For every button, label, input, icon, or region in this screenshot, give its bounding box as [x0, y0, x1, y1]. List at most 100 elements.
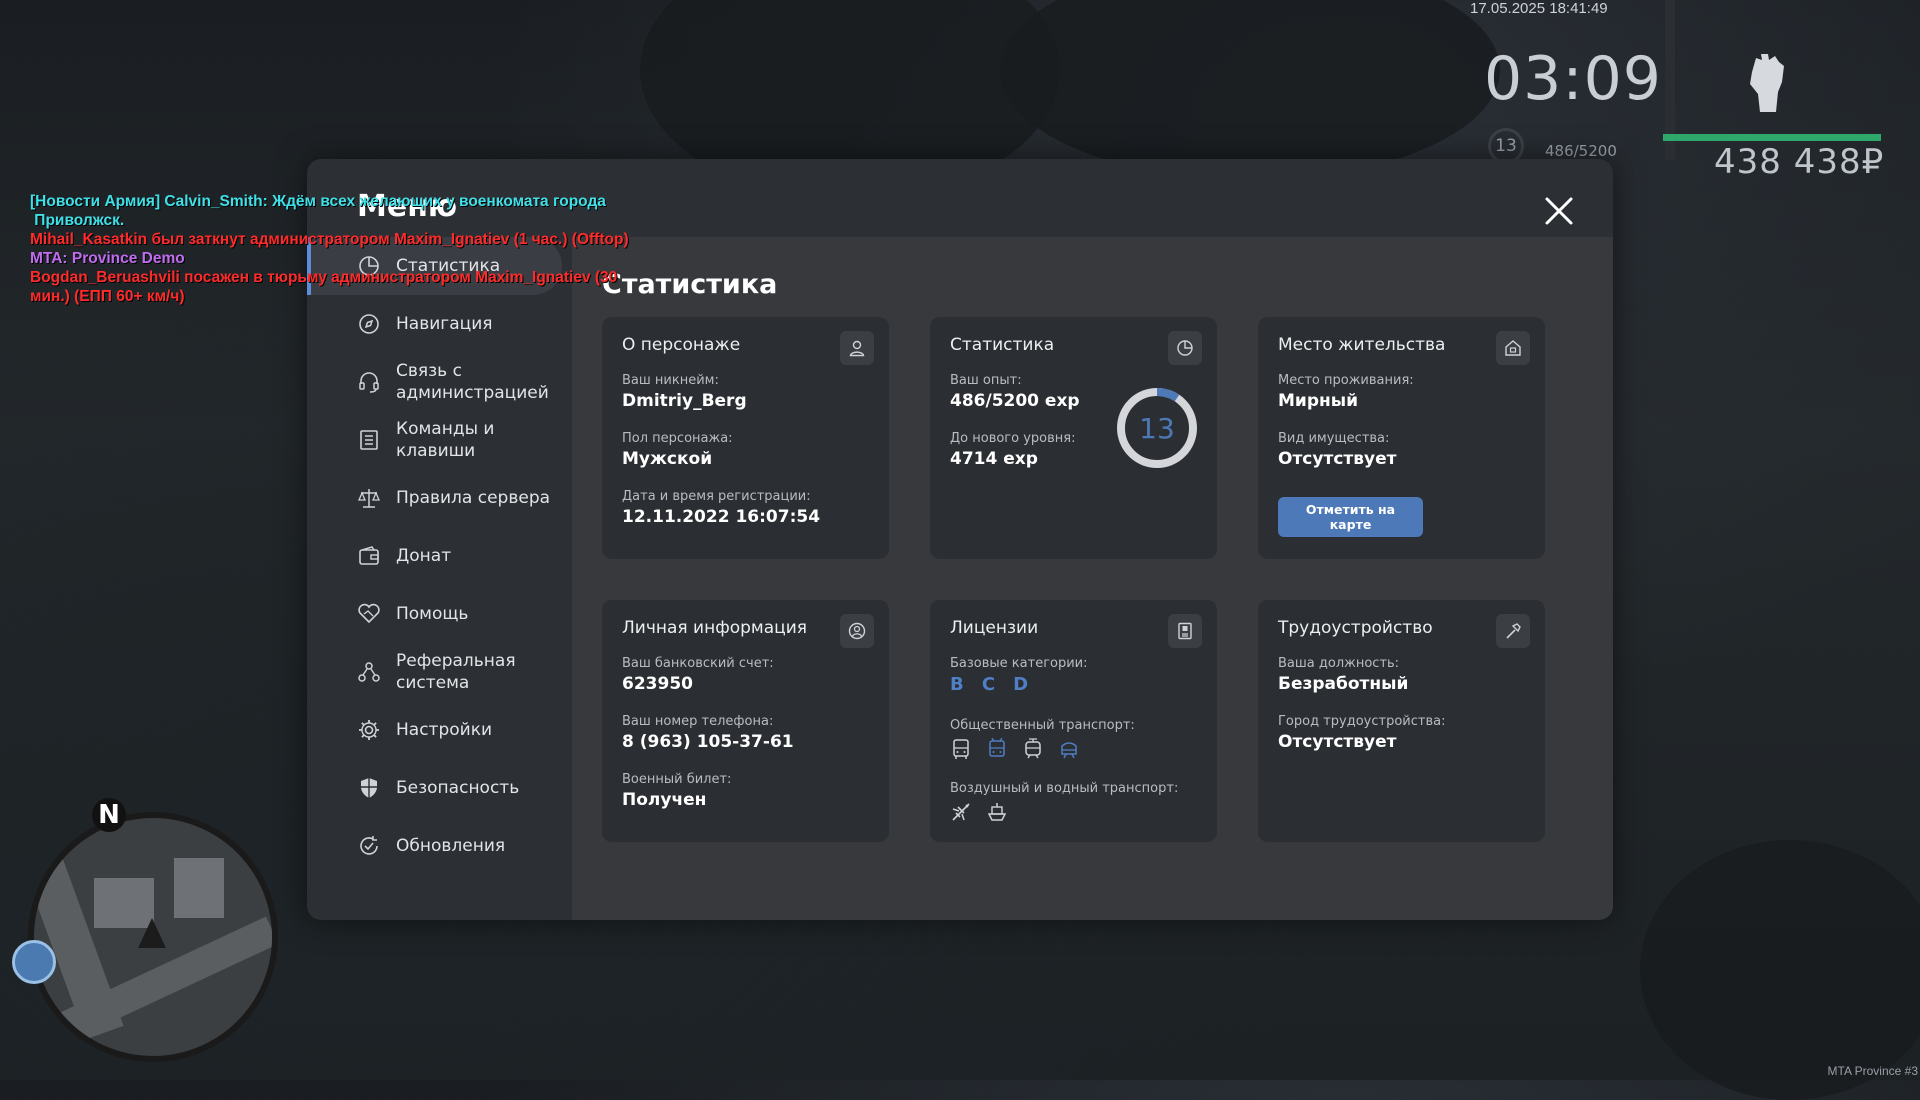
position-label: Ваша должность: — [1278, 656, 1400, 671]
phone-label: Ваш номер телефона: — [622, 714, 774, 729]
bank-value: 623950 — [622, 674, 693, 694]
background-tree — [1000, 0, 1500, 180]
fist-icon — [1750, 54, 1784, 112]
place-label: Место проживания: — [1278, 373, 1414, 388]
public-transport-icons — [950, 738, 1080, 760]
sidebar-item-label: Правила сервера — [396, 488, 551, 508]
sidebar-item-label: Обновления — [396, 836, 506, 856]
license-categories: B C D — [950, 674, 1041, 695]
base-categories-label: Базовые категории: — [950, 656, 1088, 671]
card-icon-button — [840, 614, 874, 648]
chat-line: мин.) (ЕПП 60+ км/ч) — [30, 288, 185, 305]
property-label: Вид имущества: — [1278, 431, 1390, 446]
exp-value: 486/5200 exp — [950, 391, 1080, 411]
chat-line: [Новости Армия] Calvin_Smith: Ждём всех … — [30, 193, 606, 210]
close-icon[interactable] — [1541, 193, 1577, 229]
scales-icon — [358, 489, 380, 508]
sidebar-item-label: Команды и клавиши — [396, 419, 495, 461]
sidebar-item-label: Реферальная система — [396, 651, 516, 693]
card-licenses: Лицензии Базовые категории: B C D Общест… — [930, 600, 1217, 842]
card-title: О персонаже — [622, 335, 741, 355]
property-value: Отсутствует — [1278, 449, 1397, 469]
level-number: 13 — [1139, 412, 1175, 445]
phone-value: 8 (963) 105-37-61 — [622, 732, 794, 752]
level-progress-ring: 13 — [1117, 388, 1197, 468]
job-city-label: Город трудоустройства: — [1278, 714, 1446, 729]
gear-icon — [359, 720, 379, 740]
exp-label: Ваш опыт: — [950, 373, 1022, 388]
card-employment: Трудоустройство Ваша должность: Безработ… — [1258, 600, 1545, 842]
pie-chart-icon — [1177, 340, 1193, 356]
chat-line: Приволжск. — [30, 212, 125, 229]
hud-money: 438 438₽ — [1714, 142, 1885, 182]
nickname-value: Dmitriy_Berg — [622, 391, 747, 411]
mark-on-map-button[interactable]: Отметить на карте — [1278, 497, 1423, 537]
card-statistics: Статистика Ваш опыт: 486/5200 exp До нов… — [930, 317, 1217, 559]
registration-value: 12.11.2022 16:07:54 — [622, 507, 821, 527]
chat-line: Mihail_Kasatkin был заткнут администрато… — [30, 231, 629, 248]
sidebar-item-donate[interactable]: Донат — [307, 527, 562, 585]
wallet-icon — [359, 546, 379, 565]
handshake-icon — [358, 603, 380, 624]
bus-icon — [953, 739, 969, 759]
sidebar-item-label: Навигация — [396, 314, 493, 334]
license-category-c: C — [981, 674, 996, 695]
card-title: Лицензии — [950, 618, 1039, 638]
sidebar-item-updates[interactable]: Обновления — [307, 817, 562, 875]
card-icon-button — [1168, 614, 1202, 648]
hud-exp: 486/5200 — [1545, 142, 1617, 160]
card-icon-button — [1496, 614, 1530, 648]
sidebar-item-referral[interactable]: Реферальная система — [307, 643, 562, 701]
player-arrow-icon — [138, 918, 166, 948]
place-value: Мирный — [1278, 391, 1359, 411]
hammer-icon — [1506, 623, 1521, 639]
hud-clock: 03:09 — [1484, 44, 1662, 114]
next-level-label: До нового уровня: — [950, 431, 1076, 446]
public-transport-label: Общественный транспорт: — [950, 718, 1135, 733]
background-tree — [1640, 840, 1920, 1100]
license-category-d: D — [1013, 674, 1029, 695]
content-area: Статистика О персонаже Ваш никнейм: Dmit… — [572, 237, 1613, 920]
house-icon — [1505, 340, 1521, 356]
sidebar-item-label: Помощь — [396, 604, 469, 624]
hud-datetime: 17.05.2025 18:41:49 — [1470, 0, 1608, 17]
position-value: Безработный — [1278, 674, 1409, 694]
license-category-b: B — [950, 674, 964, 695]
sidebar-item-label: Связь с администрацией — [396, 361, 549, 403]
sidebar-item-rules[interactable]: Правила сервера — [307, 469, 562, 527]
minimap-building — [174, 858, 224, 918]
nickname-label: Ваш никнейм: — [622, 373, 719, 388]
trolleybus-icon — [989, 738, 1005, 757]
card-personal-info: Личная информация Ваш банковский счет: 6… — [602, 600, 889, 842]
boat-icon — [987, 803, 1007, 821]
user-circle-icon — [848, 622, 866, 640]
chat-log: [Новости Армия] Calvin_Smith: Ждём всех … — [30, 192, 629, 306]
card-icon-button — [1168, 331, 1202, 365]
sidebar-item-help[interactable]: Помощь — [307, 585, 562, 643]
military-label: Военный билет: — [622, 772, 732, 787]
bank-label: Ваш банковский счет: — [622, 656, 774, 671]
chat-line: Bogdan_Beruashvili посажен в тюрьму адми… — [30, 269, 618, 286]
registration-label: Дата и время регистрации: — [622, 489, 811, 504]
card-title: Место жительства — [1278, 335, 1446, 355]
air-water-transport-label: Воздушный и водный транспорт: — [950, 781, 1179, 796]
shield-icon — [361, 778, 377, 798]
card-character: О персонаже Ваш никнейм: Dmitriy_Berg По… — [602, 317, 889, 559]
metro-train-icon — [1061, 742, 1077, 759]
headset-icon — [359, 372, 379, 393]
sidebar: Статистика Навигация Связь с администрац… — [307, 237, 572, 920]
sidebar-item-settings[interactable]: Настройки — [307, 701, 562, 759]
car-marker-icon — [12, 940, 56, 984]
card-icon-button — [1496, 331, 1530, 365]
sidebar-item-label: Донат — [396, 546, 452, 566]
sidebar-item-admin-contact[interactable]: Связь с администрацией — [307, 353, 562, 411]
gender-value: Мужской — [622, 449, 713, 469]
sidebar-item-security[interactable]: Безопасность — [307, 759, 562, 817]
compass-north: N — [92, 798, 126, 832]
airplane-icon — [952, 803, 970, 821]
compass-icon — [359, 314, 379, 334]
sidebar-item-commands[interactable]: Команды и клавиши — [307, 411, 562, 469]
card-icon-button — [840, 331, 874, 365]
card-title: Статистика — [950, 335, 1055, 355]
card-residence: Место жительства Место проживания: Мирны… — [1258, 317, 1545, 559]
